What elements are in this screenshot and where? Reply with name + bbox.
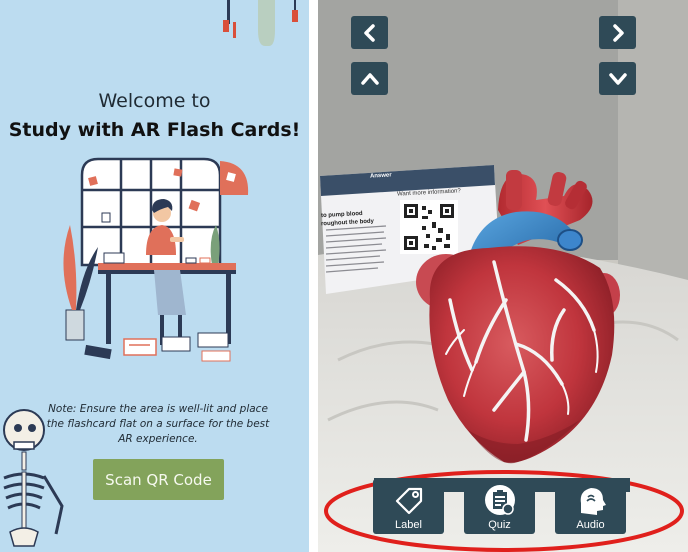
expand-up-button[interactable] bbox=[351, 62, 388, 95]
quiz-button-text: Quiz bbox=[488, 519, 511, 531]
ar-camera-view: Answer Want more information? to pump bl… bbox=[318, 0, 688, 552]
chevron-down-icon bbox=[608, 72, 627, 85]
app-title: Study with AR Flash Cards! bbox=[8, 119, 301, 141]
welcome-heading: Welcome to bbox=[98, 90, 211, 112]
label-button[interactable]: Label bbox=[373, 479, 444, 534]
quiz-button[interactable]: Quiz bbox=[464, 479, 535, 534]
audio-button[interactable]: Audio bbox=[555, 479, 626, 534]
next-button[interactable] bbox=[599, 16, 636, 49]
chevron-up-icon bbox=[360, 72, 379, 85]
quiz-clipboard-icon bbox=[485, 485, 515, 515]
welcome-screen: Welcome to Study with AR Flash Cards! No… bbox=[0, 0, 309, 552]
chevron-left-icon bbox=[363, 23, 375, 42]
skeleton-illustration bbox=[3, 409, 64, 547]
scan-qr-code-button[interactable]: Scan QR Code bbox=[93, 459, 224, 500]
tag-icon bbox=[395, 487, 423, 515]
card-answer-header: Answer bbox=[369, 172, 392, 180]
chevron-right-icon bbox=[612, 23, 624, 42]
placement-note: Note: Ensure the area is well-lit and pl… bbox=[46, 403, 270, 445]
collapse-down-button[interactable] bbox=[599, 62, 636, 95]
previous-button[interactable] bbox=[351, 16, 388, 49]
audio-button-text: Audio bbox=[576, 519, 605, 531]
speaking-head-icon bbox=[580, 488, 606, 515]
label-button-text: Label bbox=[395, 519, 422, 531]
student-studying-illustration bbox=[63, 157, 249, 362]
hanging-decoration-illustration bbox=[223, 0, 298, 46]
